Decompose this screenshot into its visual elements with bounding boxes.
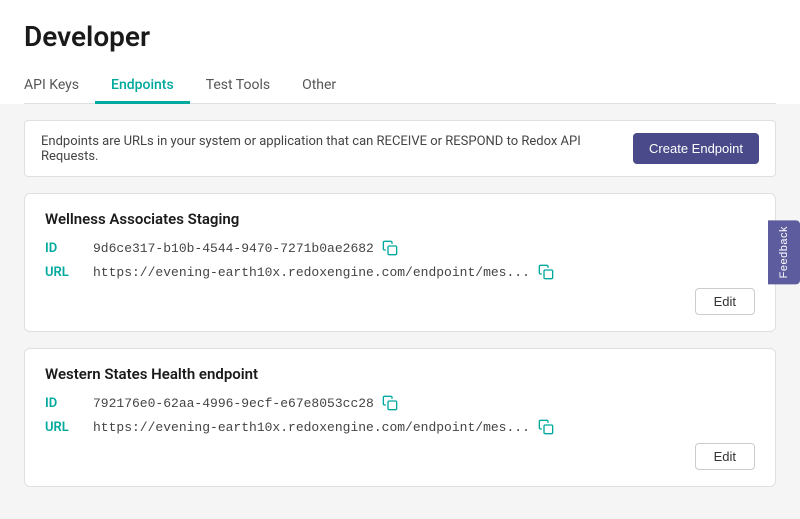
feedback-button[interactable]: Feedback xyxy=(768,220,800,284)
copy-id-icon-1[interactable] xyxy=(382,240,398,256)
endpoint-url-row-2: URL https://evening-earth10x.redoxengine… xyxy=(45,419,755,435)
copy-url-icon-1[interactable] xyxy=(538,264,554,280)
content-area: Endpoints are URLs in your system or app… xyxy=(0,104,800,519)
edit-button-1[interactable]: Edit xyxy=(695,288,755,315)
tab-api-keys[interactable]: API Keys xyxy=(24,69,95,104)
endpoint-id-value-2: 792176e0-62aa-4996-9ecf-e67e8053cc28 xyxy=(93,396,374,411)
feedback-wrapper: Feedback xyxy=(768,220,800,284)
endpoint-title-1: Wellness Associates Staging xyxy=(45,210,755,228)
page-title: Developer xyxy=(24,20,776,53)
endpoint-url-label-2: URL xyxy=(45,420,93,435)
copy-id-icon-2[interactable] xyxy=(382,395,398,411)
endpoint-url-value-2: https://evening-earth10x.redoxengine.com… xyxy=(93,420,530,435)
endpoint-url-value-1: https://evening-earth10x.redoxengine.com… xyxy=(93,265,530,280)
endpoint-id-row-1: ID 9d6ce317-b10b-4544-9470-7271b0ae2682 xyxy=(45,240,755,256)
edit-btn-row-1: Edit xyxy=(45,288,755,315)
info-banner-text: Endpoints are URLs in your system or app… xyxy=(41,134,617,164)
endpoint-id-row-2: ID 792176e0-62aa-4996-9ecf-e67e8053cc28 xyxy=(45,395,755,411)
copy-url-icon-2[interactable] xyxy=(538,419,554,435)
nav-tabs: API Keys Endpoints Test Tools Other xyxy=(24,69,776,104)
endpoint-id-value-1: 9d6ce317-b10b-4544-9470-7271b0ae2682 xyxy=(93,241,374,256)
edit-btn-row-2: Edit xyxy=(45,443,755,470)
endpoint-title-2: Western States Health endpoint xyxy=(45,365,755,383)
endpoint-url-row-1: URL https://evening-earth10x.redoxengine… xyxy=(45,264,755,280)
endpoint-card-1: Wellness Associates Staging ID 9d6ce317-… xyxy=(24,193,776,332)
endpoint-id-label-1: ID xyxy=(45,241,93,256)
endpoint-url-label-1: URL xyxy=(45,265,93,280)
tab-test-tools[interactable]: Test Tools xyxy=(190,69,286,104)
edit-button-2[interactable]: Edit xyxy=(695,443,755,470)
main-content: Developer API Keys Endpoints Test Tools … xyxy=(0,0,800,500)
tab-other[interactable]: Other xyxy=(286,69,352,104)
endpoint-id-label-2: ID xyxy=(45,396,93,411)
page-header: Developer API Keys Endpoints Test Tools … xyxy=(0,0,800,104)
info-banner: Endpoints are URLs in your system or app… xyxy=(24,120,776,177)
tab-endpoints[interactable]: Endpoints xyxy=(95,69,190,104)
endpoint-card-2: Western States Health endpoint ID 792176… xyxy=(24,348,776,487)
create-endpoint-button[interactable]: Create Endpoint xyxy=(633,133,759,164)
